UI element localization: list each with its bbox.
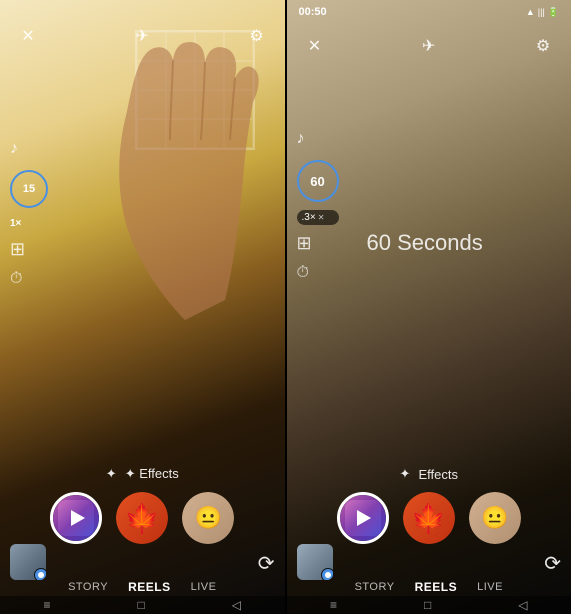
mode-tabs: STORY REELS LIVE ⟳ — [0, 580, 285, 594]
thumb-badge-dot — [38, 572, 44, 578]
face-icon-right: 😐 — [481, 505, 508, 531]
mode-live-right[interactable]: LIVE — [467, 581, 513, 593]
close-button-right[interactable]: ✕ — [301, 32, 329, 60]
effect-reels[interactable] — [50, 492, 102, 544]
nav-back-icon-right[interactable]: ◁ — [518, 598, 527, 612]
thumb-badge-right — [321, 568, 333, 580]
left-sidebar: ♪ 15 1× ⊞ ⏱ — [10, 140, 48, 290]
reels-inner — [58, 500, 94, 536]
effects-label-right[interactable]: ✦ Effects — [287, 466, 571, 482]
layout-icon[interactable]: ⊞ — [10, 239, 48, 260]
effects-label[interactable]: ✦ ✦ Effects — [0, 466, 285, 482]
bottom-area: ✦ ✦ Effects 🍁 😐 — [0, 466, 285, 544]
effect-maple-right[interactable]: 🍁 — [403, 492, 455, 544]
reels-inner-right — [345, 500, 381, 536]
status-time: 00:50 — [299, 6, 327, 18]
nav-home-icon-right[interactable]: □ — [424, 598, 431, 612]
effect-face-right[interactable]: 😐 — [469, 492, 521, 544]
effects-text: ✦ Effects — [125, 466, 179, 482]
status-bar: 00:50 ▲ ||| 🔋 — [287, 6, 571, 18]
maple-leaf-icon: 🍁 — [125, 502, 160, 535]
effect-face[interactable]: 😐 — [182, 492, 234, 544]
effects-text-right: Effects — [418, 467, 458, 482]
top-controls: ✕ ✈ ⚙ — [0, 22, 285, 50]
nav-bar: ≡ □ ◁ — [0, 596, 285, 614]
timer-icon-right[interactable]: ⏱ — [297, 264, 339, 282]
mode-story[interactable]: STORY — [58, 581, 118, 593]
nav-home-icon[interactable]: □ — [138, 598, 145, 612]
seconds-label: 60 Seconds — [367, 230, 552, 256]
play-icon — [71, 510, 85, 526]
maple-leaf-icon-right: 🍁 — [411, 502, 446, 535]
music-icon[interactable]: ♪ — [10, 140, 48, 158]
flip-camera-icon-right[interactable]: ⟳ — [544, 551, 561, 576]
close-button[interactable]: ✕ — [14, 22, 42, 50]
effects-star-icon: ✦ — [106, 466, 117, 482]
flip-camera-icon[interactable]: ⟳ — [258, 551, 275, 576]
flash-off-icon-right[interactable]: ✈ — [415, 32, 443, 60]
right-panel: 00:50 ▲ ||| 🔋 ✕ ✈ ⚙ ♪ 60 .3× ✕ ⊞ ⏱ 60 Se… — [287, 0, 571, 614]
settings-icon-right[interactable]: ⚙ — [529, 32, 557, 60]
battery-icon: 🔋 — [548, 7, 559, 18]
play-icon-right — [357, 510, 371, 526]
mode-reels[interactable]: REELS — [118, 580, 181, 594]
nav-bar-right: ≡ □ ◁ — [287, 596, 571, 614]
face-icon: 😐 — [195, 505, 222, 531]
top-controls-right: ✕ ✈ ⚙ — [287, 32, 571, 60]
timer-15-circle[interactable]: 15 — [10, 170, 48, 208]
status-icons: ▲ ||| 🔋 — [526, 7, 559, 18]
layout-icon-right[interactable]: ⊞ — [297, 233, 339, 254]
flash-off-icon[interactable]: ✈ — [128, 22, 156, 50]
camera-thumbnail-right[interactable] — [297, 544, 333, 580]
left-panel: ✕ ✈ ⚙ ♪ 15 1× ⊞ ⏱ ✦ ✦ Effects — [0, 0, 285, 614]
nav-back-icon[interactable]: ◁ — [232, 598, 241, 612]
left-sidebar-right: ♪ 60 .3× ✕ ⊞ ⏱ — [297, 130, 339, 284]
speed-badge[interactable]: 1× — [10, 218, 48, 229]
effect-maple[interactable]: 🍁 — [116, 492, 168, 544]
camera-thumbnail[interactable] — [10, 544, 46, 580]
mode-tabs-right: STORY REELS LIVE ⟳ — [287, 580, 571, 594]
mode-reels-right[interactable]: REELS — [405, 580, 468, 594]
settings-icon[interactable]: ⚙ — [243, 22, 271, 50]
timer-60-circle[interactable]: 60 — [297, 160, 339, 202]
effects-row-right: 🍁 😐 — [287, 492, 571, 544]
thumb-badge-dot-right — [325, 572, 331, 578]
mode-story-right[interactable]: STORY — [345, 581, 405, 593]
speed-close-icon[interactable]: ✕ — [318, 213, 325, 222]
speed-x-badge[interactable]: .3× ✕ — [297, 210, 339, 225]
wifi-icon: ▲ — [526, 7, 535, 17]
thumb-badge — [34, 568, 46, 580]
nav-menu-icon-right[interactable]: ≡ — [330, 598, 337, 612]
signal-icon: ||| — [538, 7, 545, 17]
music-icon-right[interactable]: ♪ — [297, 130, 339, 148]
nav-menu-icon[interactable]: ≡ — [44, 598, 51, 612]
timer-icon[interactable]: ⏱ — [10, 270, 48, 288]
effects-row: 🍁 😐 — [0, 492, 285, 544]
speed-value: .3× — [302, 212, 316, 223]
effect-reels-right[interactable] — [337, 492, 389, 544]
bottom-area-right: ✦ Effects 🍁 😐 — [287, 466, 571, 544]
hand-silhouette — [105, 40, 265, 320]
mode-live[interactable]: LIVE — [181, 581, 227, 593]
effects-star-icon-right: ✦ — [400, 466, 411, 482]
